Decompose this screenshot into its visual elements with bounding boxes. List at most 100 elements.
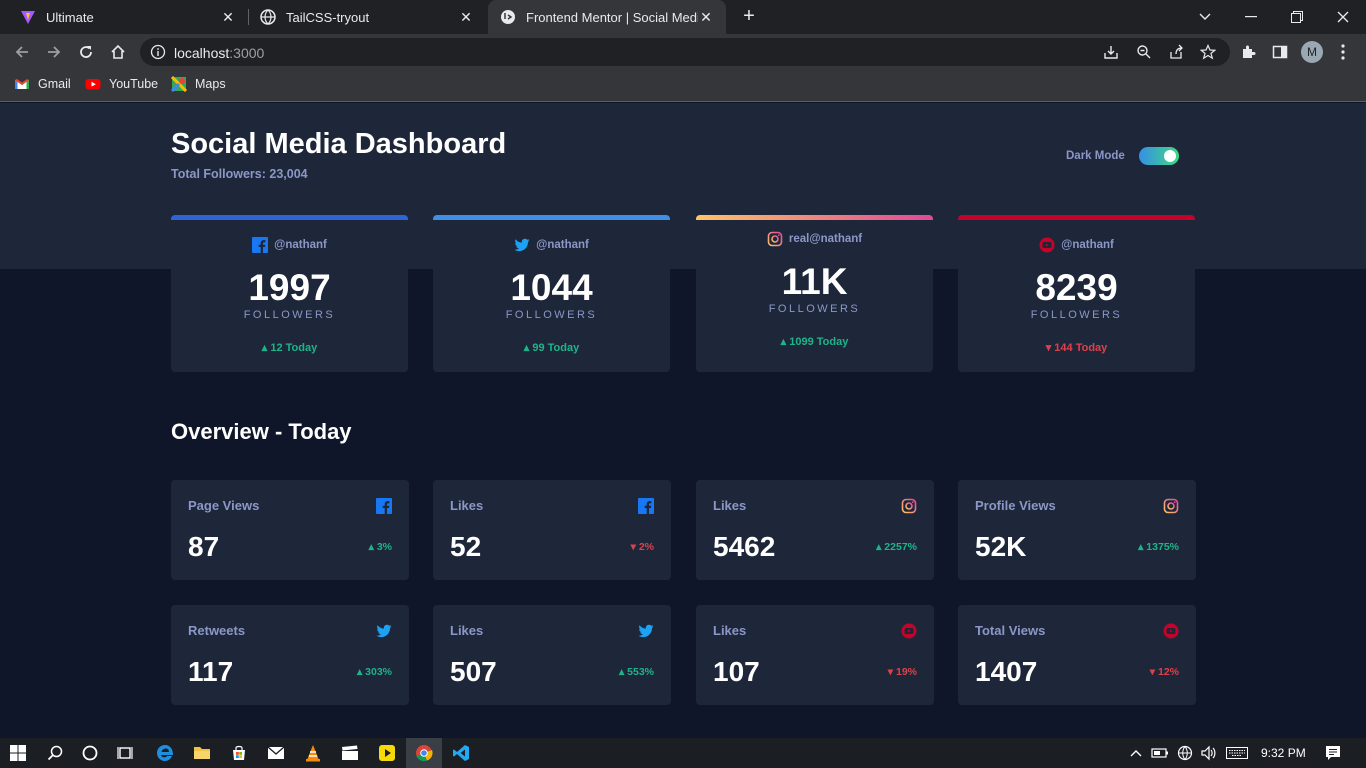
notifications-icon[interactable]: [1323, 743, 1343, 763]
percent-text: 553%: [627, 666, 654, 678]
overview-label: Retweets: [188, 623, 246, 638]
task-view-icon[interactable]: [115, 743, 135, 763]
tab-title: Ultimate: [46, 9, 94, 25]
close-window-button[interactable]: [1320, 0, 1366, 34]
tab-ultimate[interactable]: Ultimate ✕: [8, 0, 248, 34]
file-explorer-icon[interactable]: [192, 743, 212, 763]
tab-tailcss[interactable]: TailCSS-tryout ✕: [248, 0, 486, 34]
overview-percent: ▾ 12%: [1150, 666, 1179, 678]
bookmark-label: Gmail: [38, 77, 71, 91]
vite-icon: [20, 9, 36, 25]
arrow-up-icon: ▴: [780, 336, 790, 348]
arrow-up-icon: ▴: [356, 666, 366, 678]
new-tab-button[interactable]: +: [738, 5, 760, 27]
overview-value: 52K: [975, 531, 1027, 562]
today-change: ▴ 99 Today: [433, 341, 670, 354]
arrow-down-icon: ▾: [630, 541, 639, 553]
today-text: 1099 Today: [789, 336, 849, 348]
handle-text: @nathanf: [1061, 239, 1114, 251]
side-panel-icon[interactable]: [1272, 44, 1288, 60]
vlc-icon[interactable]: [303, 743, 323, 763]
today-change: ▾ 144 Today: [958, 341, 1195, 354]
overview-value: 107: [713, 656, 760, 687]
youtube-icon: [900, 622, 918, 640]
address-bar[interactable]: localhost:3000: [140, 38, 1230, 66]
overview-label: Likes: [713, 498, 747, 513]
card-accent-bar: [171, 215, 408, 220]
browser-toolbar: localhost:3000 M: [0, 34, 1366, 70]
back-button[interactable]: [10, 40, 34, 64]
today-change: ▴ 1099 Today: [696, 335, 933, 348]
handle-text: @nathanf: [536, 239, 589, 251]
today-text: 12 Today: [270, 342, 318, 354]
home-button[interactable]: [106, 40, 130, 64]
arrow-down-icon: ▾: [1149, 666, 1158, 678]
follower-count: 11K: [781, 261, 848, 302]
overview-card: Total Views 1407 ▾ 12%: [958, 605, 1196, 705]
overview-card: Likes 507 ▴ 553%: [433, 605, 671, 705]
info-icon[interactable]: [150, 44, 166, 60]
follower-count: 1997: [248, 267, 331, 308]
percent-text: 2257%: [884, 541, 917, 553]
bookmark-maps[interactable]: Maps: [171, 76, 226, 92]
share-icon[interactable]: [1168, 44, 1184, 60]
cortana-icon[interactable]: [80, 743, 100, 763]
overview-card: Page Views 87 ▴ 3%: [171, 480, 409, 580]
today-text: 99 Today: [532, 342, 580, 354]
close-icon[interactable]: ✕: [220, 9, 236, 26]
toggle-knob: [1164, 150, 1176, 162]
chevron-up-icon[interactable]: [1126, 743, 1146, 763]
battery-icon[interactable]: [1150, 743, 1170, 763]
overview-value: 117: [188, 656, 234, 687]
close-icon[interactable]: ✕: [458, 9, 474, 26]
reload-button[interactable]: [74, 40, 98, 64]
overview-card: Likes 52 ▾ 2%: [433, 480, 671, 580]
follower-count: 8239: [1035, 267, 1118, 308]
url-host: localhost: [174, 45, 230, 61]
vscode-icon[interactable]: [451, 743, 471, 763]
mail-icon[interactable]: [266, 743, 286, 763]
overview-value: 1407: [975, 656, 1038, 687]
overview-title: Overview - Today: [171, 419, 352, 444]
bookmark-gmail[interactable]: Gmail: [14, 76, 71, 92]
card-accent-bar: [433, 215, 670, 220]
percent-text: 3%: [376, 541, 392, 553]
install-app-icon[interactable]: [1103, 44, 1119, 60]
tab-frontend-mentor[interactable]: Frontend Mentor | Social Media D ✕: [488, 0, 726, 34]
card-twitter: @nathanf 1044 FOLLOWERS ▴ 99 Today: [433, 215, 670, 372]
dark-mode-label: Dark Mode: [1066, 150, 1125, 162]
url-text: localhost:3000: [174, 45, 264, 61]
extensions-icon[interactable]: [1240, 44, 1256, 60]
store-icon[interactable]: [229, 743, 249, 763]
chrome-icon[interactable]: [414, 743, 434, 763]
restore-button[interactable]: [1274, 0, 1320, 34]
page-title: Social Media Dashboard: [171, 128, 507, 160]
card-accent-bar: [958, 215, 1195, 220]
close-icon[interactable]: ✕: [698, 9, 714, 26]
bookmark-star-icon[interactable]: [1199, 44, 1217, 60]
bookmark-label: YouTube: [109, 77, 159, 91]
twitter-icon: [375, 622, 393, 640]
bookmark-youtube[interactable]: YouTube: [85, 76, 158, 92]
taskbar-clock[interactable]: 9:32 PM: [1261, 746, 1306, 760]
minimize-button[interactable]: [1228, 0, 1274, 34]
network-globe-icon[interactable]: [1175, 743, 1195, 763]
search-icon[interactable]: [45, 743, 65, 763]
media-player-icon[interactable]: [377, 743, 397, 763]
overview-label: Likes: [713, 623, 747, 638]
profile-avatar[interactable]: M: [1301, 41, 1323, 63]
edge-icon[interactable]: [155, 743, 175, 763]
windows-start-icon[interactable]: [8, 743, 28, 763]
overview-percent: ▴ 553%: [619, 666, 654, 678]
zoom-icon[interactable]: [1136, 44, 1152, 60]
forward-button[interactable]: [42, 40, 66, 64]
menu-icon[interactable]: [1341, 44, 1345, 60]
keyboard-icon[interactable]: [1225, 743, 1249, 763]
gmail-icon: [14, 76, 30, 92]
tab-search-icon[interactable]: [1182, 0, 1228, 34]
clapper-icon[interactable]: [340, 743, 360, 763]
dark-mode-toggle[interactable]: [1139, 147, 1179, 165]
frontend-mentor-icon: [500, 9, 516, 25]
overview-label: Profile Views: [975, 498, 1056, 513]
volume-icon[interactable]: [1199, 743, 1219, 763]
